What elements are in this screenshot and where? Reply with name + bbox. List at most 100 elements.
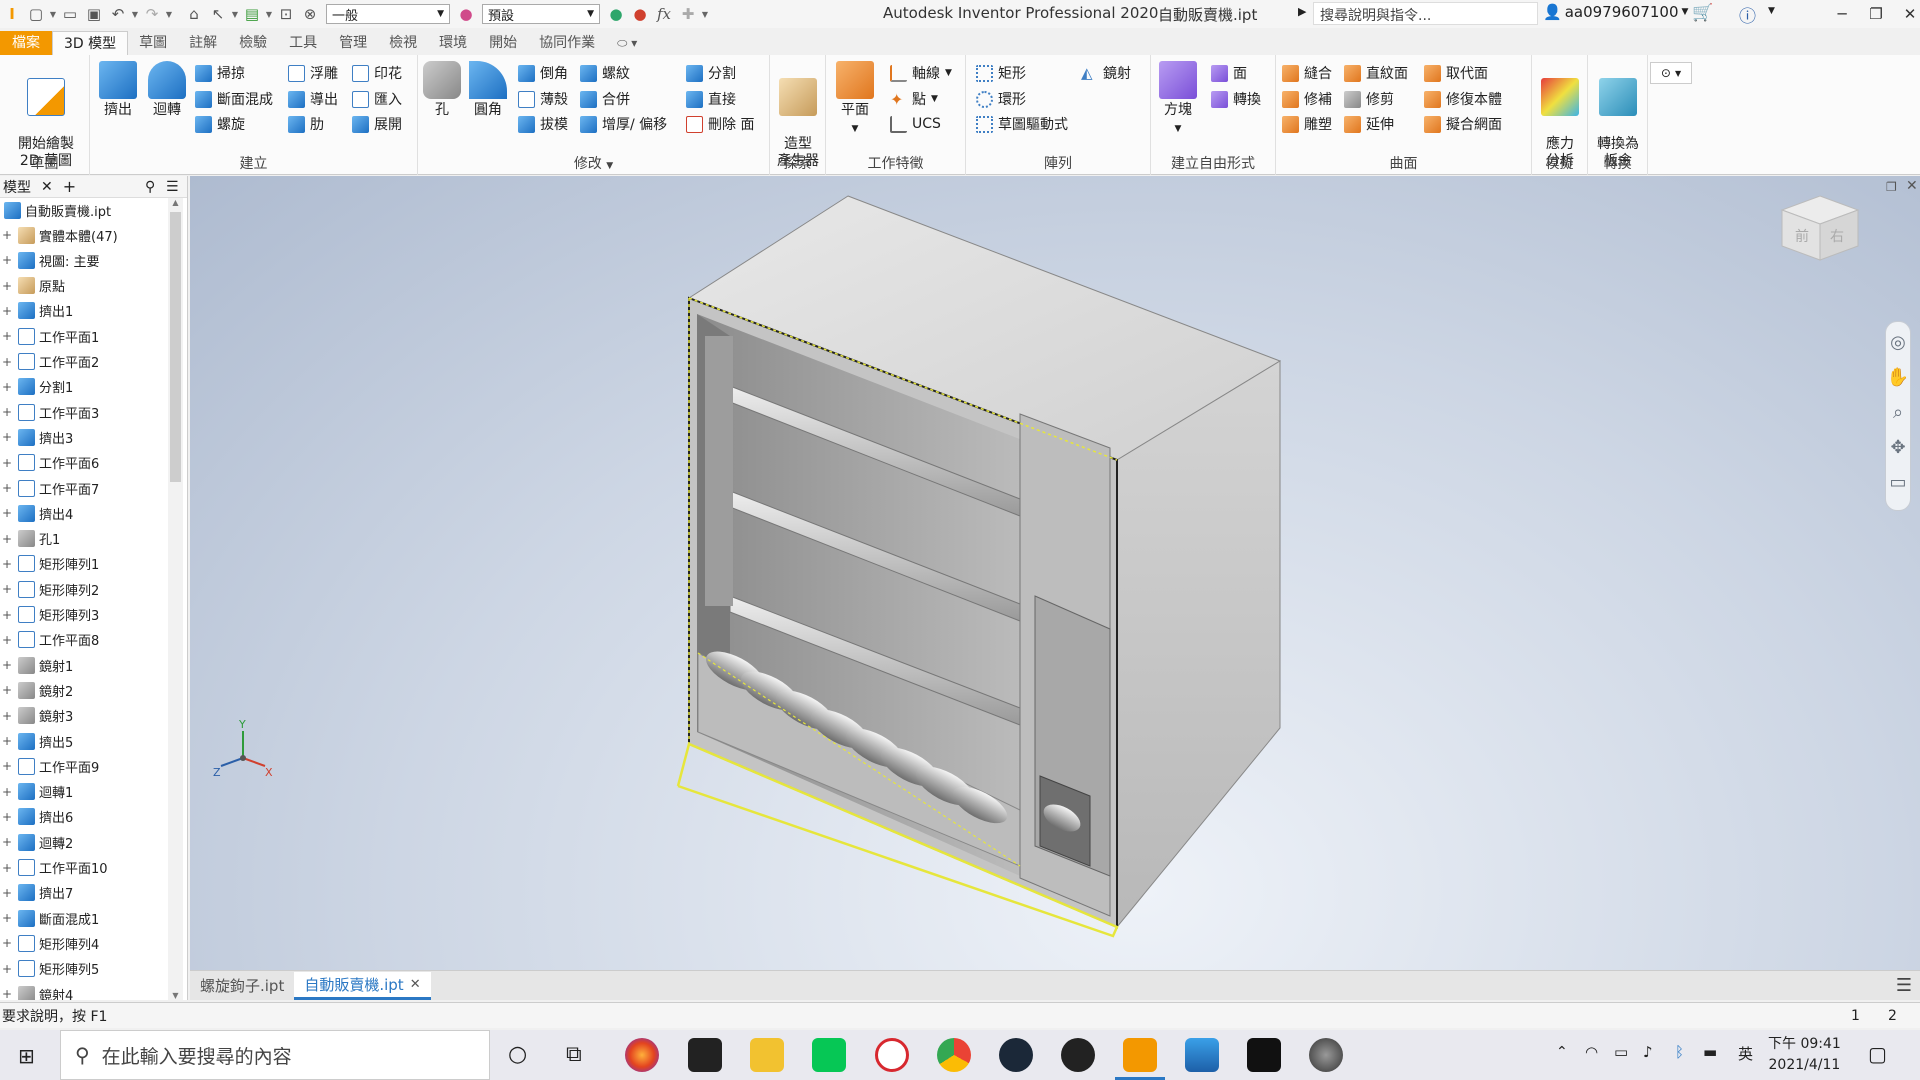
- expand-icon[interactable]: +: [0, 456, 14, 470]
- taskbar-search[interactable]: ⚲ 在此輸入要搜尋的內容: [60, 1030, 490, 1080]
- rib-button[interactable]: 肋: [288, 113, 324, 135]
- save-icon[interactable]: ▣: [82, 2, 106, 26]
- chevron-down-icon[interactable]: ▼: [230, 10, 240, 19]
- expand-icon[interactable]: +: [0, 962, 14, 976]
- delete-face-button[interactable]: 刪除 面: [686, 113, 754, 135]
- revolve-button[interactable]: 迴轉: [145, 61, 189, 119]
- sketch-driven-pattern-button[interactable]: 草圖驅動式: [976, 113, 1068, 135]
- expand-icon[interactable]: +: [0, 785, 14, 799]
- tree-item[interactable]: + 擠出4: [0, 501, 73, 525]
- tree-item[interactable]: + 視圖: 主要: [0, 248, 100, 272]
- tree-item[interactable]: + 矩形陣列5: [0, 957, 99, 981]
- expand-icon[interactable]: +: [0, 228, 14, 242]
- tree-item[interactable]: + 工作平面6: [0, 451, 99, 475]
- close-icon[interactable]: ✕: [41, 179, 53, 195]
- firefox-icon[interactable]: [625, 1038, 659, 1072]
- notion-icon[interactable]: [688, 1038, 722, 1072]
- expand-icon[interactable]: +: [0, 329, 14, 343]
- patch-button[interactable]: 修補: [1282, 88, 1332, 110]
- user-menu[interactable]: 👤 aa0979607100 ▼: [1543, 3, 1688, 21]
- tree-item[interactable]: + 矩形陣列1: [0, 552, 99, 576]
- tree-item[interactable]: + 鏡射4: [0, 982, 73, 1000]
- redo-icon[interactable]: ↷: [140, 2, 164, 26]
- mirror-button[interactable]: ◭ 鏡射: [1081, 62, 1131, 84]
- bluetooth-icon[interactable]: ᛒ: [1675, 1043, 1684, 1061]
- combine-button[interactable]: 合併: [580, 88, 630, 110]
- fillet-button[interactable]: 圓角: [466, 61, 510, 119]
- graphics-viewport[interactable]: 前 右 Y X Z ◎ ✋ ⌕ ✥ ▭ ❐ ✕: [190, 176, 1920, 970]
- doctab-vending-machine[interactable]: 自動販賣機.ipt ✕: [294, 971, 431, 1000]
- tab-inspect[interactable]: 檢驗: [228, 31, 278, 55]
- tree-item[interactable]: + 原點: [0, 274, 65, 298]
- expand-icon[interactable]: +: [0, 658, 14, 672]
- expand-icon[interactable]: +: [0, 304, 14, 318]
- doctab-spiral-hook[interactable]: 螺旋鉤子.ipt: [190, 972, 294, 1000]
- expand-icon[interactable]: +: [0, 608, 14, 622]
- cortana-icon[interactable]: ○: [508, 1042, 527, 1067]
- adjust-appearance-icon[interactable]: ●: [604, 2, 628, 26]
- tab-manage[interactable]: 管理: [328, 31, 378, 55]
- point-button[interactable]: ✦ 點 ▼: [890, 88, 938, 110]
- expand-icon[interactable]: +: [0, 481, 14, 495]
- tree-item[interactable]: + 矩形陣列2: [0, 577, 99, 601]
- import-button[interactable]: 匯入: [352, 88, 402, 110]
- clear-override-icon[interactable]: ⊗: [298, 2, 322, 26]
- browser-scrollbar[interactable]: ▲ ▼: [168, 198, 183, 1000]
- tree-item[interactable]: + 擠出6: [0, 805, 73, 829]
- tree-item[interactable]: + 工作平面8: [0, 628, 99, 652]
- windows-start-icon[interactable]: ⊞: [18, 1044, 35, 1068]
- expand-icon[interactable]: +: [0, 886, 14, 900]
- convert-button[interactable]: 轉換: [1211, 88, 1261, 110]
- tab-file[interactable]: 檔案: [0, 31, 52, 55]
- task-view-icon[interactable]: ⧉: [566, 1042, 582, 1067]
- search-input[interactable]: 搜尋說明與指令...: [1313, 2, 1538, 25]
- repair-bodies-button[interactable]: 修復本體: [1424, 88, 1502, 110]
- scrollbar-thumb[interactable]: [170, 212, 181, 482]
- extrude-button[interactable]: 擠出: [98, 61, 138, 119]
- tree-item[interactable]: + 孔1: [0, 527, 60, 551]
- tree-item[interactable]: + 工作平面7: [0, 476, 99, 500]
- tab-annotate[interactable]: 註解: [178, 31, 228, 55]
- split-button[interactable]: 分割: [686, 62, 736, 84]
- tree-item[interactable]: + 矩形陣列4: [0, 931, 99, 955]
- expand-icon[interactable]: +: [0, 279, 14, 293]
- expand-icon[interactable]: +: [0, 633, 14, 647]
- tree-item[interactable]: + 工作平面2: [0, 350, 99, 374]
- tree-item[interactable]: + 鏡射1: [0, 653, 73, 677]
- undo-icon[interactable]: ↶: [106, 2, 130, 26]
- circular-pattern-button[interactable]: 環形: [976, 88, 1026, 110]
- new-icon[interactable]: ▢: [24, 2, 48, 26]
- photos-icon[interactable]: [1185, 1038, 1219, 1072]
- volume-icon[interactable]: ♪: [1643, 1043, 1653, 1061]
- appearance-select[interactable]: 預設 ▼: [482, 4, 600, 24]
- expand-icon[interactable]: +: [0, 430, 14, 444]
- expand-icon[interactable]: +: [0, 987, 14, 1000]
- chevron-down-icon[interactable]: ▼: [164, 10, 174, 19]
- chevron-down-icon[interactable]: ▼: [130, 10, 140, 19]
- decal-button[interactable]: 印花: [352, 62, 402, 84]
- expand-icon[interactable]: +: [0, 405, 14, 419]
- plane-button[interactable]: 平面 ▼: [834, 61, 876, 138]
- expand-icon[interactable]: +: [0, 506, 14, 520]
- help-icon[interactable]: ⓘ: [1739, 2, 1756, 27]
- home-icon[interactable]: ⌂: [182, 2, 206, 26]
- hole-button[interactable]: 孔: [422, 61, 462, 119]
- chevron-down-icon[interactable]: ▼: [1768, 6, 1775, 16]
- sweep-button[interactable]: 掃掠: [195, 62, 245, 84]
- app-logo-icon[interactable]: I: [0, 2, 24, 26]
- ucs-button[interactable]: UCS: [890, 113, 941, 135]
- pan-hand-icon[interactable]: ✋: [1887, 367, 1909, 388]
- extend-button[interactable]: 延伸: [1344, 113, 1394, 135]
- tree-item[interactable]: + 迴轉2: [0, 830, 73, 854]
- plus-icon[interactable]: +: [63, 177, 76, 196]
- axis-button[interactable]: 軸線 ▼: [890, 62, 952, 84]
- file-explorer-icon[interactable]: [750, 1038, 784, 1072]
- line-icon[interactable]: [812, 1038, 846, 1072]
- expand-icon[interactable]: +: [0, 861, 14, 875]
- inventor-icon[interactable]: [1115, 1038, 1165, 1080]
- shell-button[interactable]: 薄殼: [518, 88, 568, 110]
- box-button[interactable]: 方塊 ▼: [1157, 61, 1199, 138]
- inspect-icon[interactable]: ⊡: [274, 2, 298, 26]
- tree-item[interactable]: + 擠出3: [0, 425, 73, 449]
- thicken-offset-button[interactable]: 增厚/ 偏移: [580, 113, 667, 135]
